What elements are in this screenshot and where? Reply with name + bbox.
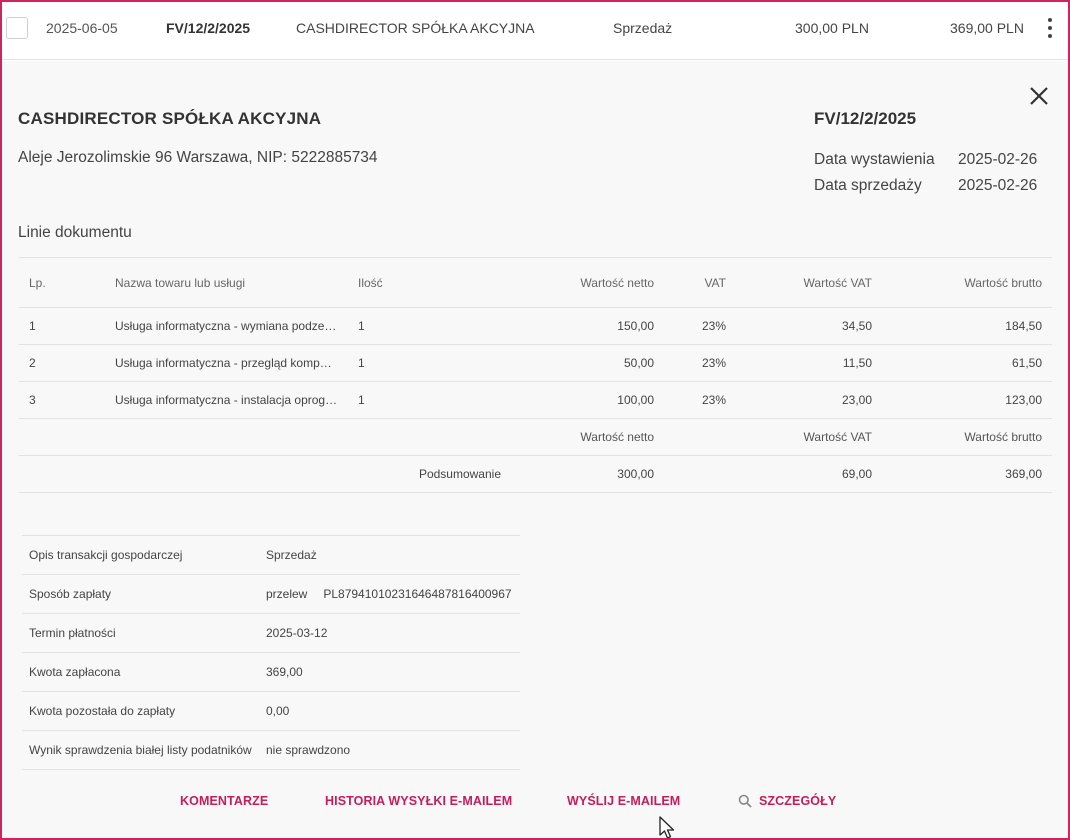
info-row: Kwota pozostała do zapłaty 0,00 (22, 691, 520, 731)
transaction-info-table: Opis transakcji gospodarczej Sprzedaż Sp… (22, 535, 520, 770)
header-gross-value: Wartość brutto (882, 257, 1052, 308)
invoice-list-row[interactable]: 2025-06-05 FV/12/2/2025 CASHDIRECTOR SPÓ… (2, 2, 1068, 60)
info-row: Wynik sprawdzenia białej listy podatnikó… (22, 730, 520, 770)
document-lines-table: Lp. Nazwa towaru lub usługi Ilość Wartoś… (19, 257, 1052, 493)
sale-date-label: Data sprzedaży (814, 177, 922, 194)
cell-gross-value: 184,50 (882, 307, 1052, 345)
cell-name: Usługa informatyczna - wymiana podze… (105, 307, 348, 345)
cell-lp: 1 (19, 307, 105, 345)
summary-gross: 369,00 (882, 455, 1052, 493)
cell-net-value: 50,00 (511, 344, 664, 382)
email-history-button[interactable]: HISTORIA WYSYŁKI E-MAILEM (325, 794, 512, 808)
row-contractor: CASHDIRECTOR SPÓŁKA AKCYJNA (296, 20, 535, 36)
info-value: 2025-03-12 (260, 613, 520, 653)
info-value: przelew (266, 587, 308, 601)
table-row: 3 Usługa informatyczna - instalacja opro… (19, 381, 1052, 419)
cell-quantity: 1 (348, 307, 511, 345)
cell-vat-value: 34,50 (736, 307, 882, 345)
cell-name: Usługa informatyczna - przegląd kompu… (105, 344, 348, 382)
summary-row: Podsumowanie 300,00 69,00 369,00 (19, 455, 1052, 493)
summary-header-net: Wartość netto (511, 418, 664, 456)
table-row: 2 Usługa informatyczna - przegląd kompu…… (19, 344, 1052, 382)
header-quantity: Ilość (348, 257, 511, 308)
cell-quantity: 1 (348, 381, 511, 419)
invoice-detail-panel: CASHDIRECTOR SPÓŁKA AKCYJNA Aleje Jerozo… (2, 61, 1068, 839)
summary-label: Podsumowanie (348, 455, 511, 493)
info-label: Kwota zapłacona (22, 652, 260, 692)
info-label: Opis transakcji gospodarczej (22, 535, 260, 575)
cell-gross-value: 61,50 (882, 344, 1052, 382)
header-vat-rate: VAT (664, 257, 736, 308)
info-label: Sposób zapłaty (22, 574, 260, 614)
issue-date-label: Data wystawienia (814, 151, 935, 168)
document-lines-title: Linie dokumentu (18, 224, 132, 241)
comments-button[interactable]: KOMENTARZE (180, 794, 268, 808)
row-gross-amount: 369,00 PLN (950, 20, 1024, 36)
info-value: 0,00 (260, 691, 520, 731)
cell-quantity: 1 (348, 344, 511, 382)
row-invoice-number: FV/12/2/2025 (166, 20, 251, 36)
cell-vat-rate: 23% (664, 344, 736, 382)
header-name: Nazwa towaru lub usługi (105, 257, 348, 308)
cell-name: Usługa informatyczna - instalacja oprog… (105, 381, 348, 419)
action-bar: KOMENTARZE HISTORIA WYSYŁKI E-MAILEM WYŚ… (2, 789, 1068, 815)
cell-net-value: 150,00 (511, 307, 664, 345)
info-row: Termin płatności 2025-03-12 (22, 613, 520, 653)
table-row: 1 Usługa informatyczna - wymiana podze… … (19, 307, 1052, 345)
summary-vat: 69,00 (736, 455, 882, 493)
info-row: Opis transakcji gospodarczej Sprzedaż (22, 535, 520, 575)
info-value: 369,00 (260, 652, 520, 692)
close-icon[interactable] (1026, 83, 1052, 109)
cell-vat-value: 23,00 (736, 381, 882, 419)
more-vertical-icon[interactable] (1042, 2, 1058, 54)
summary-header-vat: Wartość VAT (736, 418, 882, 456)
search-icon[interactable] (738, 794, 752, 808)
cell-gross-value: 123,00 (882, 381, 1052, 419)
cell-vat-rate: 23% (664, 307, 736, 345)
info-label: Wynik sprawdzenia białej listy podatnikó… (22, 730, 260, 770)
cell-vat-rate: 23% (664, 381, 736, 419)
cell-lp: 3 (19, 381, 105, 419)
table-header-row: Lp. Nazwa towaru lub usługi Ilość Wartoś… (19, 257, 1052, 308)
document-number: FV/12/2/2025 (814, 109, 917, 128)
summary-net: 300,00 (511, 455, 664, 493)
mouse-pointer-icon (659, 816, 675, 839)
cell-vat-value: 11,50 (736, 344, 882, 382)
header-lp: Lp. (19, 257, 105, 308)
info-value-group: przelew PL87941010231646487816400967 (260, 574, 520, 614)
header-vat-value: Wartość VAT (736, 257, 882, 308)
row-date: 2025-06-05 (46, 20, 118, 36)
summary-header-gross: Wartość brutto (882, 418, 1052, 456)
info-row: Kwota zapłacona 369,00 (22, 652, 520, 692)
issue-date-value: 2025-02-26 (958, 151, 1038, 168)
company-name: CASHDIRECTOR SPÓŁKA AKCYJNA (18, 109, 322, 128)
summary-header-row: Wartość netto Wartość VAT Wartość brutto (19, 418, 1052, 456)
header-net-value: Wartość netto (511, 257, 664, 308)
cell-lp: 2 (19, 344, 105, 382)
row-select-checkbox[interactable] (6, 17, 28, 39)
company-address: Aleje Jerozolimskie 96 Warszawa, NIP: 52… (18, 149, 378, 166)
info-value: Sprzedaż (260, 535, 520, 575)
info-label: Termin płatności (22, 613, 260, 653)
info-row: Sposób zapłaty przelew PL8794101023164648… (22, 574, 520, 614)
info-label: Kwota pozostała do zapłaty (22, 691, 260, 731)
cell-net-value: 100,00 (511, 381, 664, 419)
details-button[interactable]: SZCZEGÓŁY (759, 794, 836, 808)
row-type: Sprzedaż (613, 20, 673, 36)
send-email-button[interactable]: WYŚLIJ E-MAILEM (567, 794, 680, 808)
sale-date-value: 2025-02-26 (958, 177, 1038, 194)
row-net-amount: 300,00 PLN (795, 20, 869, 36)
info-value: nie sprawdzono (260, 730, 520, 770)
bank-account-number: PL87941010231646487816400967 (323, 587, 512, 601)
